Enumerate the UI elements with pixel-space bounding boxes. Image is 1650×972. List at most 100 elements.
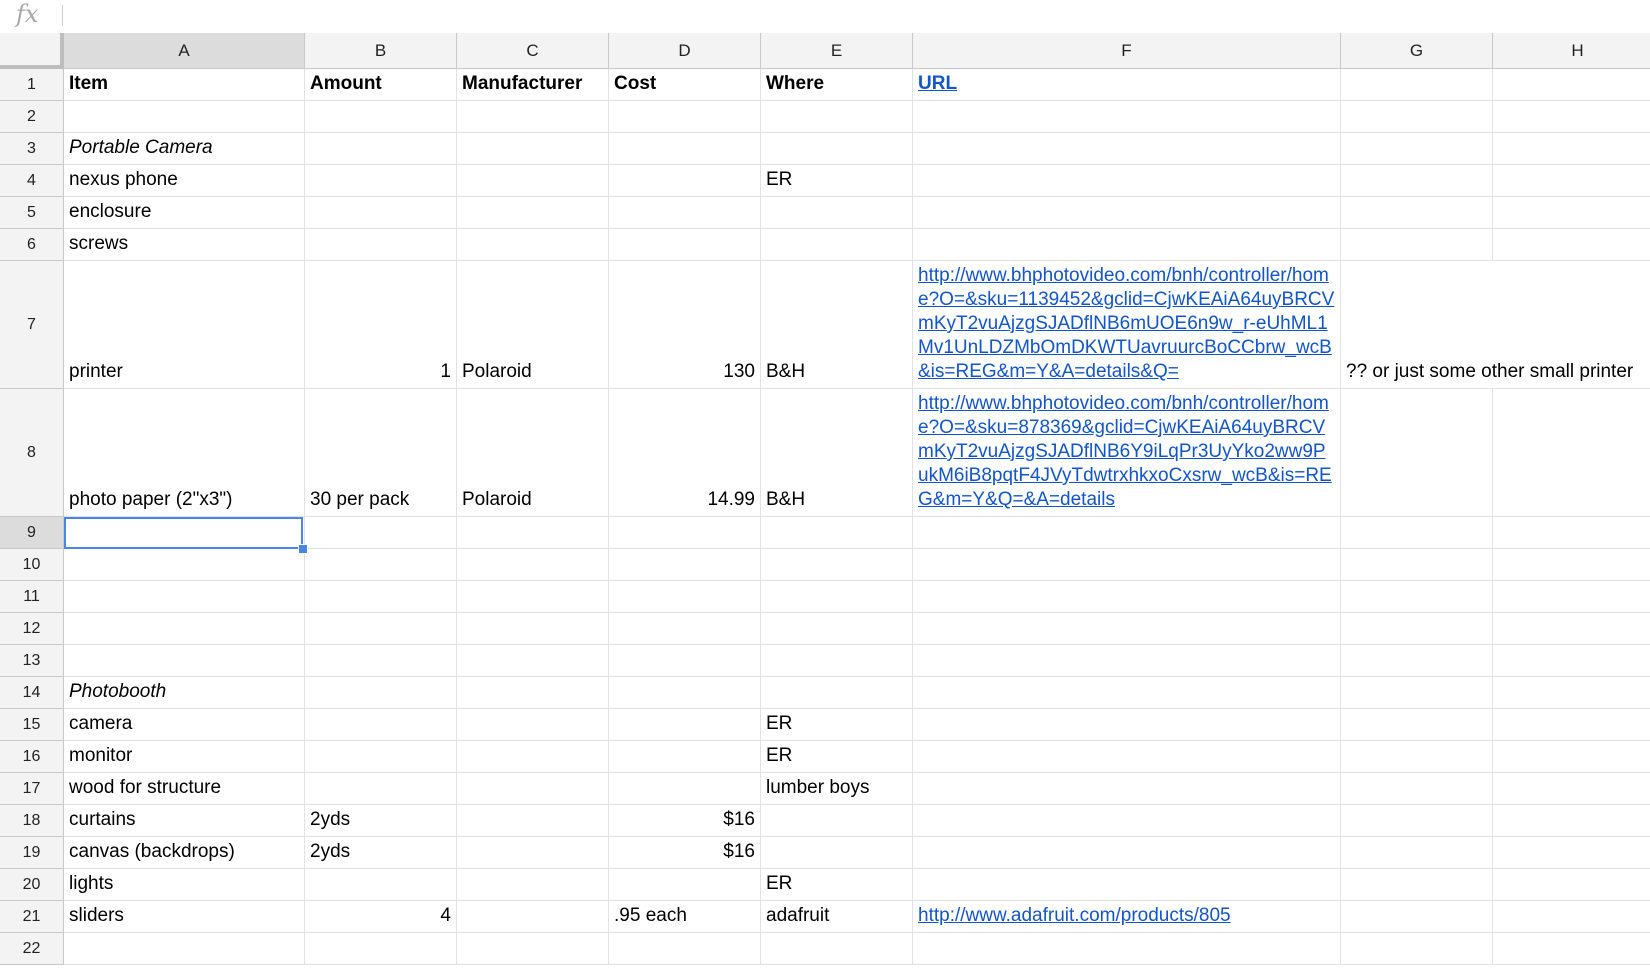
cell-a8[interactable]: photo paper (2"x3") (64, 389, 305, 517)
cell-e4[interactable]: ER (761, 165, 913, 197)
cell-f4[interactable] (913, 165, 1341, 197)
cell-g22[interactable] (1341, 933, 1493, 965)
cell-c9[interactable] (457, 517, 609, 549)
cell-a18[interactable]: curtains (64, 805, 305, 837)
cell-c12[interactable] (457, 613, 609, 645)
row-header-21[interactable]: 21 (0, 901, 64, 933)
cell-h2[interactable] (1493, 101, 1650, 133)
cell-c3[interactable] (457, 133, 609, 165)
cell-b10[interactable] (305, 549, 457, 581)
cell-c15[interactable] (457, 709, 609, 741)
cell-d14[interactable] (609, 677, 761, 709)
cell-f21[interactable]: http://www.adafruit.com/products/805 (913, 901, 1341, 933)
cell-b12[interactable] (305, 613, 457, 645)
cell-b4[interactable] (305, 165, 457, 197)
cell-e6[interactable] (761, 229, 913, 261)
cell-c5[interactable] (457, 197, 609, 229)
url-link[interactable]: http://www.bhphotovideo.com/bnh/controll… (918, 392, 1335, 512)
cell-b16[interactable] (305, 741, 457, 773)
cell-h1[interactable] (1493, 69, 1650, 101)
cell-e19[interactable] (761, 837, 913, 869)
cell-b17[interactable] (305, 773, 457, 805)
row-header-19[interactable]: 19 (0, 837, 64, 869)
row-header-5[interactable]: 5 (0, 197, 64, 229)
cell-f10[interactable] (913, 549, 1341, 581)
cell-a13[interactable] (64, 645, 305, 677)
row-header-18[interactable]: 18 (0, 805, 64, 837)
cell-e2[interactable] (761, 101, 913, 133)
cell-b2[interactable] (305, 101, 457, 133)
cell-f20[interactable] (913, 869, 1341, 901)
row-header-11[interactable]: 11 (0, 581, 64, 613)
row-header-12[interactable]: 12 (0, 613, 64, 645)
cell-e21[interactable]: adafruit (761, 901, 913, 933)
cell-h5[interactable] (1493, 197, 1650, 229)
cell-f13[interactable] (913, 645, 1341, 677)
cell-e16[interactable]: ER (761, 741, 913, 773)
cell-a16[interactable]: monitor (64, 741, 305, 773)
cell-f6[interactable] (913, 229, 1341, 261)
cell-g20[interactable] (1341, 869, 1493, 901)
cell-b14[interactable] (305, 677, 457, 709)
cell-g13[interactable] (1341, 645, 1493, 677)
cell-h18[interactable] (1493, 805, 1650, 837)
cell-g5[interactable] (1341, 197, 1493, 229)
cell-e1[interactable]: Where (761, 69, 913, 101)
column-header-b[interactable]: B (305, 33, 457, 69)
cell-a3[interactable]: Portable Camera (64, 133, 305, 165)
url-link[interactable]: URL (918, 72, 1335, 96)
cell-f19[interactable] (913, 837, 1341, 869)
select-all-corner[interactable] (0, 33, 64, 69)
column-header-h[interactable]: H (1493, 33, 1650, 69)
cell-d8[interactable]: 14.99 (609, 389, 761, 517)
column-header-a[interactable]: A (64, 33, 305, 69)
cell-h8[interactable] (1493, 389, 1650, 517)
cell-b5[interactable] (305, 197, 457, 229)
cell-c19[interactable] (457, 837, 609, 869)
row-header-17[interactable]: 17 (0, 773, 64, 805)
row-header-13[interactable]: 13 (0, 645, 64, 677)
cell-d6[interactable] (609, 229, 761, 261)
cell-b19[interactable]: 2yds (305, 837, 457, 869)
cell-e13[interactable] (761, 645, 913, 677)
cell-a17[interactable]: wood for structure (64, 773, 305, 805)
cell-c18[interactable] (457, 805, 609, 837)
cell-a2[interactable] (64, 101, 305, 133)
cell-h16[interactable] (1493, 741, 1650, 773)
cell-d17[interactable] (609, 773, 761, 805)
cell-g1[interactable] (1341, 69, 1493, 101)
cell-d16[interactable] (609, 741, 761, 773)
cell-f9[interactable] (913, 517, 1341, 549)
cell-d3[interactable] (609, 133, 761, 165)
url-link[interactable]: http://www.bhphotovideo.com/bnh/controll… (918, 264, 1335, 384)
cell-h15[interactable] (1493, 709, 1650, 741)
cell-a14[interactable]: Photobooth (64, 677, 305, 709)
column-header-f[interactable]: F (913, 33, 1341, 69)
cell-h13[interactable] (1493, 645, 1650, 677)
row-header-6[interactable]: 6 (0, 229, 64, 261)
cell-e5[interactable] (761, 197, 913, 229)
column-header-e[interactable]: E (761, 33, 913, 69)
cell-d7[interactable]: 130 (609, 261, 761, 389)
cell-d19[interactable]: $16 (609, 837, 761, 869)
row-header-10[interactable]: 10 (0, 549, 64, 581)
cell-b21[interactable]: 4 (305, 901, 457, 933)
cell-d5[interactable] (609, 197, 761, 229)
cell-e7[interactable]: B&H (761, 261, 913, 389)
cell-h10[interactable] (1493, 549, 1650, 581)
cell-a12[interactable] (64, 613, 305, 645)
cell-h7[interactable] (1493, 261, 1650, 389)
cell-h20[interactable] (1493, 869, 1650, 901)
cell-b8[interactable]: 30 per pack (305, 389, 457, 517)
cell-c22[interactable] (457, 933, 609, 965)
cell-g19[interactable] (1341, 837, 1493, 869)
cell-g11[interactable] (1341, 581, 1493, 613)
row-header-8[interactable]: 8 (0, 389, 64, 517)
cell-c11[interactable] (457, 581, 609, 613)
cell-c1[interactable]: Manufacturer (457, 69, 609, 101)
cell-e15[interactable]: ER (761, 709, 913, 741)
column-header-g[interactable]: G (1341, 33, 1493, 69)
cell-e11[interactable] (761, 581, 913, 613)
cell-a10[interactable] (64, 549, 305, 581)
url-link[interactable]: http://www.adafruit.com/products/805 (918, 904, 1335, 928)
